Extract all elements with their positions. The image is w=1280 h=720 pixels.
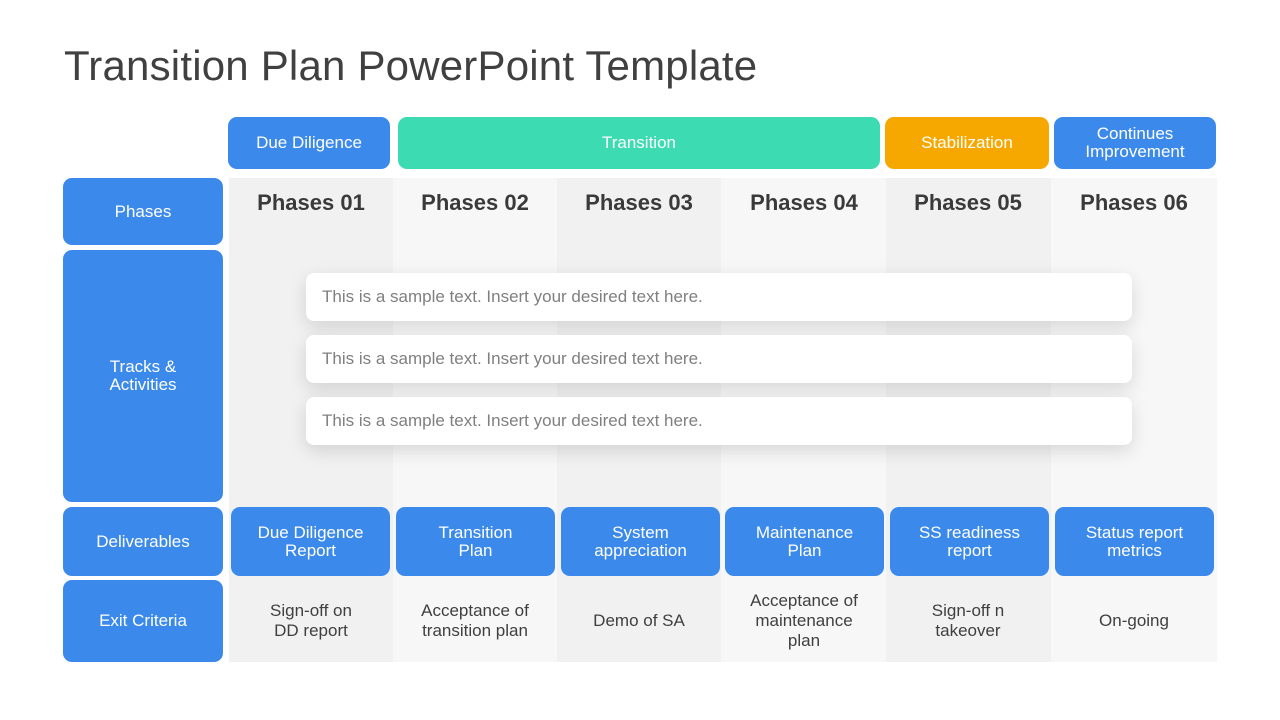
category-due-diligence: Due Diligence	[228, 117, 390, 169]
row-label-tracks: Tracks & Activities	[63, 250, 223, 502]
deliverable-text: Maintenance Plan	[755, 522, 854, 560]
phase-heading-4: Phases 04	[750, 190, 858, 215]
deliverable-6: Status report metrics	[1055, 507, 1214, 576]
deliverable-text: Due Diligence Report	[257, 522, 364, 560]
row-label-phases: Phases	[63, 178, 223, 245]
exit-criteria-6: On-going	[1099, 611, 1169, 630]
row-label-text: Deliverables	[96, 531, 190, 551]
row-label-text: Tracks & Activities	[109, 357, 177, 394]
track-text-box-1[interactable]: This is a sample text. Insert your desir…	[306, 273, 1132, 321]
phase-heading-6: Phases 06	[1080, 190, 1188, 215]
deliverable-text: System appreciation	[594, 522, 687, 560]
phase-heading-3: Phases 03	[585, 190, 693, 215]
category-label: Stabilization	[921, 133, 1013, 152]
track-text: This is a sample text. Insert your desir…	[322, 411, 703, 430]
row-label-deliverables: Deliverables	[63, 507, 223, 576]
row-label-exit-criteria: Exit Criteria	[63, 580, 223, 662]
category-label: Transition	[601, 133, 676, 152]
category-label: Due Diligence	[256, 133, 362, 152]
track-text-box-2[interactable]: This is a sample text. Insert your desir…	[306, 335, 1132, 383]
track-text-box-3[interactable]: This is a sample text. Insert your desir…	[306, 397, 1132, 445]
deliverable-3: System appreciation	[561, 507, 720, 576]
phase-heading-1: Phases 01	[257, 190, 365, 215]
row-label-text: Phases	[114, 201, 172, 221]
category-stabilization: Stabilization	[885, 117, 1049, 169]
deliverable-1: Due Diligence Report	[231, 507, 390, 576]
exit-criteria-2: Acceptance of transition plan	[421, 601, 529, 640]
deliverable-4: Maintenance Plan	[725, 507, 884, 576]
deliverable-2: Transition Plan	[396, 507, 555, 576]
track-text: This is a sample text. Insert your desir…	[322, 287, 703, 306]
category-label: Continues Improvement	[1085, 124, 1185, 161]
exit-criteria-5: Sign-off n takeover	[931, 601, 1005, 640]
track-text: This is a sample text. Insert your desir…	[322, 349, 703, 368]
deliverable-5: SS readiness report	[890, 507, 1049, 576]
exit-criteria-1: Sign-off on DD report	[270, 601, 352, 640]
deliverable-text: Transition Plan	[438, 522, 513, 560]
category-transition: Transition	[398, 117, 880, 169]
exit-criteria-3: Demo of SA	[593, 611, 685, 630]
category-continues-improvement: Continues Improvement	[1054, 117, 1216, 169]
phase-heading-2: Phases 02	[421, 190, 529, 215]
row-label-text: Exit Criteria	[99, 611, 187, 630]
deliverable-text: Status report metrics	[1085, 522, 1184, 560]
phase-heading-5: Phases 05	[914, 190, 1022, 215]
exit-criteria-4: Acceptance of maintenance plan	[750, 591, 858, 650]
slide-title: Transition Plan PowerPoint Template	[64, 42, 758, 89]
deliverable-text: SS readiness report	[918, 522, 1021, 560]
